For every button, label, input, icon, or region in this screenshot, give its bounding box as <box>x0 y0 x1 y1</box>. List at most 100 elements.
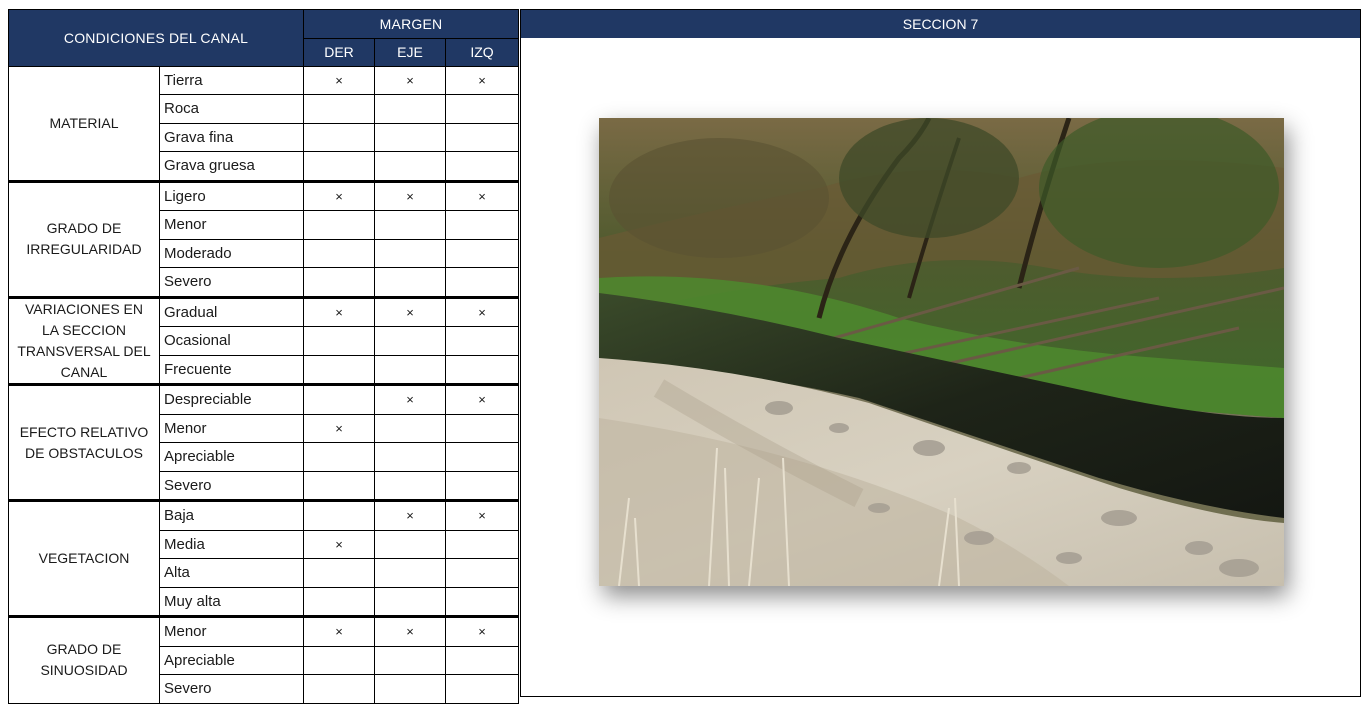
mark-cell-izq <box>445 354 519 385</box>
mark-cell-eje <box>374 238 446 268</box>
mark-cell-eje <box>374 326 446 356</box>
mark-cell-der <box>303 674 375 704</box>
channel-photo <box>599 118 1284 586</box>
mark-cell-izq: × <box>445 499 519 531</box>
mark-cell-der: × <box>303 529 375 559</box>
section-title: SECCION 7 <box>521 10 1360 40</box>
mark-cell-izq <box>445 470 519 501</box>
option-label: Moderado <box>159 238 304 268</box>
mark-cell-izq: × <box>445 295 519 327</box>
mark-cell-izq: × <box>445 179 519 211</box>
mark-cell-izq <box>445 210 519 240</box>
option-label: Grava gruesa <box>159 151 304 182</box>
category-label: VARIACIONES EN LA SECCION TRANSVERSAL DEL C… <box>8 295 160 385</box>
riverbank-photo-illustration <box>599 118 1284 586</box>
mark-cell-izq <box>445 586 519 617</box>
category-label-line: DE OBSTACULOS <box>25 444 143 461</box>
mark-cell-eje <box>374 674 446 704</box>
mark-cell-izq <box>445 442 519 472</box>
conditions-header: CONDICIONES DEL CANAL <box>8 9 304 67</box>
table-body: MATERIAL Tierra × × × Roca Grava fina Grava gru… <box>8 65 519 704</box>
category-label: GRADO DE SINUOSIDAD <box>8 615 160 704</box>
mark-cell-der <box>303 354 375 385</box>
option-label: Baja <box>159 499 304 531</box>
option-label: Menor <box>159 210 304 240</box>
mark-cell-izq: × <box>445 383 519 415</box>
category-label-line: LA SECCION <box>41 321 127 338</box>
option-label: Despreciable <box>159 383 304 415</box>
category-label-line: CANAL <box>60 363 108 380</box>
category-label-line: SINUOSIDAD <box>40 662 128 679</box>
category-label-line: GRADO DE <box>46 641 122 658</box>
table-row: VEGETACION Baja × × <box>8 499 519 617</box>
option-label: Frecuente <box>159 354 304 385</box>
option-label: Menor <box>159 413 304 443</box>
mark-cell-der <box>303 558 375 588</box>
mark-cell-der: × <box>303 65 375 95</box>
mark-cell-izq <box>445 122 519 152</box>
category-label-line: IRREGULARIDAD <box>26 241 142 257</box>
mark-cell-eje: × <box>374 179 446 211</box>
mark-cell-izq <box>445 238 519 268</box>
table-row: GRADO DE SINUOSIDAD Menor × × × <box>8 615 519 704</box>
mark-cell-izq <box>445 94 519 124</box>
category-label-line: GRADO DE <box>46 220 122 236</box>
margin-header: MARGEN <box>303 9 519 39</box>
mark-cell-eje: × <box>374 383 446 415</box>
option-label: Apreciable <box>159 645 304 675</box>
mark-cell-eje <box>374 151 446 182</box>
mark-cell-der <box>303 122 375 152</box>
mark-cell-der <box>303 238 375 268</box>
mark-cell-der <box>303 470 375 501</box>
section-photo-panel: SECCION 7 <box>520 9 1361 697</box>
mark-cell-eje: × <box>374 499 446 531</box>
mark-cell-eje <box>374 558 446 588</box>
mark-cell-der <box>303 94 375 124</box>
option-label: Menor <box>159 615 304 647</box>
mark-cell-izq: × <box>445 65 519 95</box>
option-label: Roca <box>159 94 304 124</box>
option-label: Gradual <box>159 295 304 327</box>
mark-cell-eje <box>374 442 446 472</box>
option-label: Tierra <box>159 65 304 95</box>
mark-cell-eje: × <box>374 65 446 95</box>
mark-cell-eje <box>374 413 446 443</box>
table-row: GRADO DE IRREGULARIDAD Ligero × × × <box>8 179 519 298</box>
mark-cell-izq <box>445 326 519 356</box>
category-label: GRADO DE IRREGULARIDAD <box>8 179 160 298</box>
column-header-eje: EJE <box>374 37 446 67</box>
mark-cell-der <box>303 210 375 240</box>
column-header-izq: IZQ <box>445 37 519 67</box>
mark-cell-eje <box>374 470 446 501</box>
option-label: Alta <box>159 558 304 588</box>
mark-cell-der: × <box>303 179 375 211</box>
mark-cell-der <box>303 499 375 531</box>
mark-cell-der <box>303 442 375 472</box>
mark-cell-izq <box>445 645 519 675</box>
mark-cell-eje <box>374 210 446 240</box>
mark-cell-eje <box>374 529 446 559</box>
mark-cell-eje <box>374 94 446 124</box>
mark-cell-izq <box>445 151 519 182</box>
option-label: Muy alta <box>159 586 304 617</box>
category-label: VEGETACION <box>8 499 160 617</box>
mark-cell-izq <box>445 529 519 559</box>
option-label: Severo <box>159 470 304 501</box>
mark-cell-eje: × <box>374 295 446 327</box>
category-label-line: VEGETACION <box>38 550 130 566</box>
mark-cell-eje <box>374 354 446 385</box>
table-row: EFECTO RELATIVO DE OBSTACULOS Despreciable… <box>8 383 519 501</box>
mark-cell-der <box>303 383 375 415</box>
mark-cell-eje: × <box>374 615 446 647</box>
category-label: MATERIAL <box>8 65 160 182</box>
mark-cell-der <box>303 267 375 298</box>
mark-cell-eje <box>374 122 446 152</box>
option-label: Severo <box>159 267 304 298</box>
mark-cell-der: × <box>303 413 375 443</box>
mark-cell-eje <box>374 645 446 675</box>
mark-cell-der <box>303 326 375 356</box>
mark-cell-izq <box>445 558 519 588</box>
category-label: EFECTO RELATIVO DE OBSTACULOS <box>8 383 160 501</box>
table-row: MATERIAL Tierra × × × <box>8 65 519 182</box>
mark-cell-eje <box>374 267 446 298</box>
